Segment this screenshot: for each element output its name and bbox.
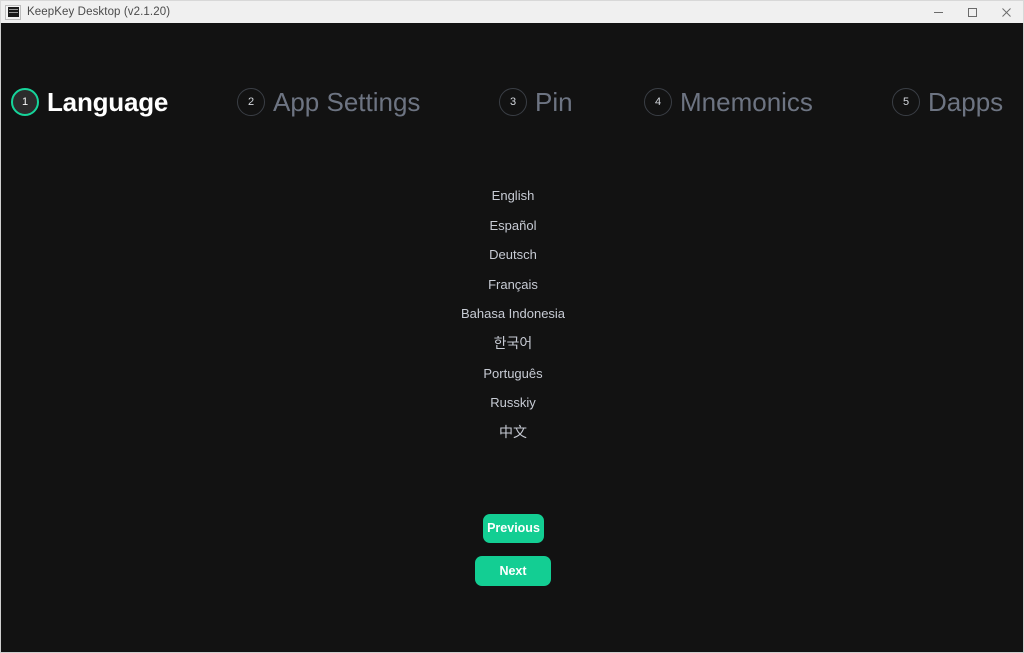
language-option-chinese[interactable]: 中文 — [489, 418, 537, 448]
step-number-badge: 3 — [499, 88, 527, 116]
onboarding-stepper: 1 Language 2 App Settings 3 Pin 4 Mnemon… — [1, 73, 1023, 131]
language-option-bahasa-indonesia[interactable]: Bahasa Indonesia — [451, 299, 575, 329]
step-mnemonics[interactable]: 4 Mnemonics — [644, 88, 813, 116]
step-number-badge: 5 — [892, 88, 920, 116]
language-option-korean[interactable]: 한국어 — [484, 329, 543, 359]
next-button[interactable]: Next — [475, 556, 551, 586]
step-label: Pin — [535, 87, 573, 117]
previous-button[interactable]: Previous — [483, 514, 544, 543]
step-label: Language — [47, 87, 169, 117]
language-option-francais[interactable]: Français — [478, 270, 548, 300]
window-titlebar[interactable]: KeepKey Desktop (v2.1.20) — [0, 0, 1024, 23]
step-label: App Settings — [273, 87, 421, 117]
language-option-portugues[interactable]: Português — [473, 359, 552, 389]
onboarding-screen: 1 Language 2 App Settings 3 Pin 4 Mnemon… — [1, 23, 1023, 652]
step-number-badge: 1 — [11, 88, 39, 116]
language-option-espanol[interactable]: Español — [480, 211, 547, 241]
minimize-button[interactable] — [921, 1, 955, 23]
step-pin[interactable]: 3 Pin — [499, 88, 573, 116]
step-language[interactable]: 1 Language — [11, 88, 168, 116]
window-title: KeepKey Desktop (v2.1.20) — [27, 6, 171, 18]
step-app-settings[interactable]: 2 App Settings — [237, 88, 420, 116]
close-button[interactable] — [989, 1, 1023, 23]
step-number-badge: 4 — [644, 88, 672, 116]
step-number-badge: 2 — [237, 88, 265, 116]
maximize-button[interactable] — [955, 1, 989, 23]
language-option-deutsch[interactable]: Deutsch — [479, 240, 547, 270]
step-label: Mnemonics — [680, 87, 813, 117]
step-dapps[interactable]: 5 Dapps — [892, 88, 1003, 116]
language-option-russian[interactable]: Russkiy — [480, 388, 546, 418]
app-content-frame: 1 Language 2 App Settings 3 Pin 4 Mnemon… — [0, 23, 1024, 653]
window-controls — [921, 1, 1023, 23]
keepkey-app-icon — [5, 4, 21, 20]
language-option-list: English Español Deutsch Français Bahasa … — [1, 181, 1023, 448]
step-label: Dapps — [928, 87, 1004, 117]
language-option-english[interactable]: English — [482, 181, 545, 211]
app-window: KeepKey Desktop (v2.1.20) 1 Language 2 A… — [0, 0, 1024, 653]
